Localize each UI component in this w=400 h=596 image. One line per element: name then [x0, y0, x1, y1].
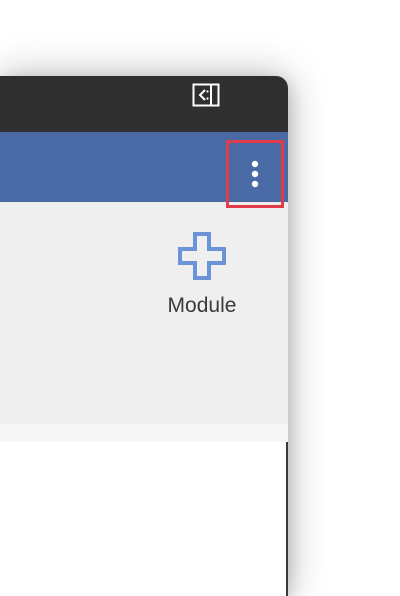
add-module-label: Module: [167, 294, 237, 317]
plus-icon: [178, 232, 226, 280]
panel-toggle-button[interactable]: [192, 83, 220, 107]
add-module-button[interactable]: Module: [152, 228, 252, 328]
content-area: [0, 442, 288, 596]
window-titlebar: [0, 76, 288, 132]
more-vertical-icon: [251, 160, 259, 188]
more-options-button[interactable]: [226, 140, 284, 208]
panel-collapse-icon: [192, 83, 220, 107]
content-header-strip: [0, 424, 288, 443]
